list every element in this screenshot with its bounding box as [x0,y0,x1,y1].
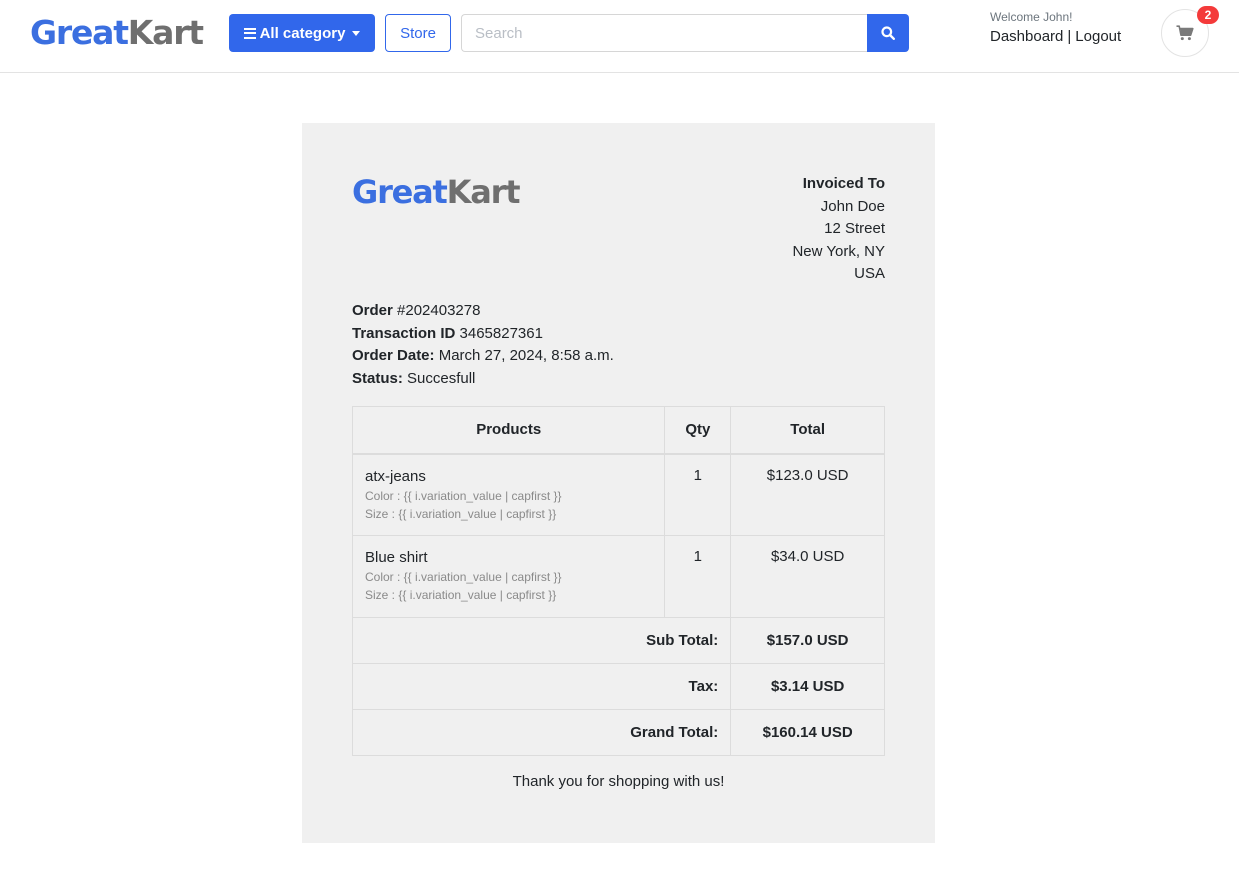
order-info: Order #202403278 Transaction ID 34658273… [352,300,614,390]
order-label: Order [352,302,393,319]
product-size: Size : {{ i.variation_value | capfirst }… [365,506,557,521]
top-header: GreatKart All category Store Welcome Joh… [0,0,1239,73]
product-qty: 1 [664,453,732,536]
order-date: March 27, 2024, 8:58 a.m. [438,347,614,364]
search-icon [881,26,895,40]
header-total: Total [730,406,885,455]
link-separator: | [1067,28,1072,45]
invoice-table: Products Qty Total atx-jeans Color : {{ … [351,406,885,756]
welcome-text: Welcome John! [990,10,1073,24]
search-button[interactable] [867,14,909,52]
subtotal-row: Sub Total: $157.0 USD [351,617,885,664]
status-value: Succesfull [407,369,476,387]
product-cell: Blue shirt Color : {{ i.variation_value … [351,535,666,618]
product-total: $123.0 USD [730,453,885,536]
invoiced-to-block: Invoiced To John Doe 12 Street New York,… [792,173,885,286]
order-number: #202403278 [397,302,481,319]
invoice-logo-great: Great [352,173,448,211]
product-qty: 1 [664,535,732,618]
logo-part-great: Great [30,13,129,52]
product-color: Color : {{ i.variation_value | capfirst … [365,488,562,503]
transaction-id: 3465827361 [459,324,543,342]
product-size: Size : {{ i.variation_value | capfirst }… [365,588,557,602]
tax-value: $3.14 USD [730,663,885,710]
header-qty: Qty [664,406,732,455]
dashboard-link[interactable]: Dashboard [990,28,1063,45]
store-button[interactable]: Store [385,14,451,52]
subtotal-label: Sub Total: [351,617,732,664]
table-header-row: Products Qty Total [351,406,885,455]
product-color: Color : {{ i.variation_value | capfirst … [365,570,562,584]
invoice-logo-kart: Kart [446,173,521,211]
table-row: atx-jeans Color : {{ i.variation_value |… [351,453,885,536]
table-row: Blue shirt Color : {{ i.variation_value … [351,535,885,618]
order-date-line: Order Date: March 27, 2024, 8:58 a.m. [352,345,614,368]
invoiced-to-title: Invoiced To [802,175,885,192]
all-category-button[interactable]: All category [229,14,375,52]
header-products: Products [351,406,666,455]
thank-you-message: Thank you for shopping with us! [512,773,725,790]
tax-label: Tax: [351,663,732,710]
logo-part-kart: Kart [127,13,204,52]
cart-icon [1176,25,1194,41]
status-label: Status: [352,369,403,387]
cart-count-badge: 2 [1197,6,1219,24]
logout-link[interactable]: Logout [1075,28,1121,45]
address-name: John Doe [820,197,885,215]
invoice-card: GreatKart Invoiced To John Doe 12 Street… [302,123,935,843]
product-total: $34.0 USD [730,535,885,618]
product-name: atx-jeans [365,467,426,485]
transaction-line: Transaction ID 3465827361 [352,323,614,346]
all-category-label: All category [259,24,346,42]
subtotal-value: $157.0 USD [730,617,885,664]
address-city: New York, NY [792,242,885,260]
product-cell: atx-jeans Color : {{ i.variation_value |… [351,453,666,536]
invoice-logo: GreatKart [352,171,521,213]
bars-icon [243,27,256,39]
transaction-label: Transaction ID [352,324,456,342]
product-name: Blue shirt [365,549,428,566]
search-input[interactable] [461,14,868,52]
grand-total-row: Grand Total: $160.14 USD [351,709,885,756]
grand-total-label: Grand Total: [351,709,732,756]
order-number-line: Order #202403278 [352,300,614,323]
address-country: USA [854,265,885,282]
site-logo[interactable]: GreatKart [30,12,204,54]
status-line: Status: Succesfull [352,368,614,391]
order-date-label: Order Date: [352,347,435,364]
grand-total-value: $160.14 USD [730,709,885,756]
caret-down-icon [352,30,361,36]
address-street: 12 Street [824,220,885,237]
user-links: Dashboard | Logout [990,28,1121,45]
tax-row: Tax: $3.14 USD [351,663,885,710]
